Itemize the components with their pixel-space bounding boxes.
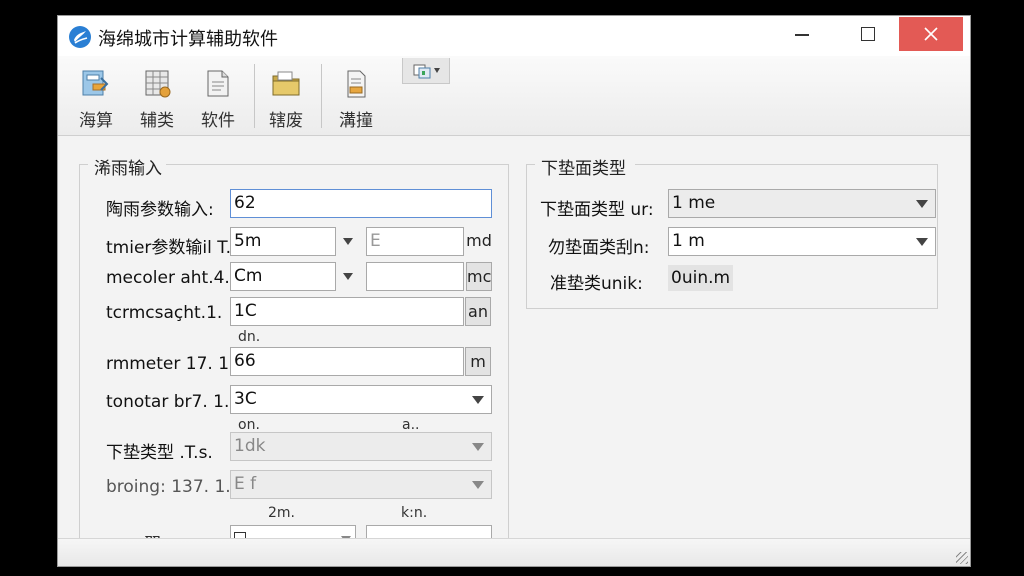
surface-type-select[interactable]: 1dk: [230, 432, 492, 461]
surface-type-select-1[interactable]: 1 me: [668, 189, 936, 218]
group-title: 浠雨输入: [90, 154, 166, 179]
ribbon-label: 海算: [79, 111, 113, 131]
select-value: 3C: [234, 389, 257, 409]
app-window: 海绵城市计算辅助软件 海算 辅类 软件 辖废 溝撞 浠雨输入 陶雨参数输入: 6…: [57, 15, 971, 567]
field-label: 勿垫面类刮n:: [548, 238, 650, 258]
ribbon-button-calculate[interactable]: 海算: [70, 68, 122, 132]
dropdown-arrow[interactable]: [465, 433, 491, 460]
group-title: 下垫面类型: [537, 154, 630, 179]
window-title: 海绵城市计算辅助软件: [98, 29, 278, 50]
chevron-down-icon[interactable]: [343, 238, 353, 245]
field-label: broing: 137. 1.: [106, 477, 231, 497]
boring-select[interactable]: E f: [230, 470, 492, 499]
select-value: 1 m: [672, 231, 705, 251]
ribbon-separator: [254, 64, 255, 128]
field-label: 准垫类unik:: [550, 274, 643, 294]
dropdown-arrow[interactable]: [465, 471, 491, 498]
calculator-icon: [82, 70, 109, 96]
chevron-down-icon: [916, 237, 928, 246]
data-table-icon: [145, 70, 171, 98]
hint-text: on.: [238, 417, 260, 433]
ribbon-label: 辖废: [269, 111, 303, 131]
field-label: mecoler aht.4.: [106, 268, 230, 288]
unit-label: m: [465, 347, 491, 376]
close-icon: [924, 27, 938, 41]
duration-input[interactable]: 5m: [230, 227, 336, 256]
chevron-down-icon: [472, 442, 484, 451]
group-border: [527, 164, 535, 165]
total-select[interactable]: 3C: [230, 385, 492, 414]
chevron-down-icon: [916, 199, 928, 208]
select-value: 1dk: [234, 436, 266, 456]
hint-text: 2m.: [268, 505, 295, 521]
app-logo-icon: [69, 26, 91, 48]
surface-unit-value: 0uin.m: [668, 265, 734, 291]
maximize-icon: [861, 27, 875, 41]
ribbon-button-aux[interactable]: 辅类: [131, 68, 183, 132]
group-border: [166, 164, 508, 165]
title-bar[interactable]: 海绵城市计算辅助软件: [58, 16, 970, 56]
group-border: [635, 164, 937, 165]
report-icon: [347, 70, 366, 98]
duration-extra-input[interactable]: E: [366, 227, 464, 256]
ribbon-toolbar: 海算 辅类 软件 辖废 溝撞: [58, 56, 970, 136]
ribbon-label: 辅类: [140, 111, 174, 131]
ribbon-label: 溝撞: [339, 111, 373, 131]
select-value: E f: [234, 474, 257, 494]
quick-access-dropdown[interactable]: [402, 58, 450, 84]
ribbon-button-software[interactable]: 软件: [192, 68, 244, 132]
constant-input[interactable]: 1C: [230, 297, 464, 326]
field-label: 陶雨参数输入:: [106, 200, 214, 220]
coefficient-extra-input[interactable]: [366, 262, 464, 291]
rain-param-input[interactable]: 62: [230, 189, 492, 218]
field-label: rmmeter 17. 1.: [106, 354, 235, 374]
dropdown-arrow[interactable]: [465, 386, 491, 413]
ribbon-button-folder[interactable]: 辖废: [260, 68, 312, 132]
field-label: 下垫面类型 ur:: [540, 200, 654, 220]
hint-text: a..: [402, 417, 420, 433]
unit-label: an: [465, 297, 491, 326]
ribbon-separator: [321, 64, 322, 128]
chevron-down-icon[interactable]: [343, 273, 353, 280]
window-tab-icon: [413, 64, 430, 78]
maximize-button[interactable]: [836, 17, 900, 51]
main-content: 浠雨输入 陶雨参数输入: 62 tmier参数输il T. 5m E md me…: [58, 137, 970, 566]
unit-label: mc: [466, 262, 492, 291]
chevron-down-icon: [472, 480, 484, 489]
select-value: 1 me: [672, 193, 716, 213]
minimize-button[interactable]: [770, 17, 834, 51]
field-label: 下垫类型 .T.s.: [106, 443, 213, 463]
close-button[interactable]: [899, 17, 963, 51]
hint-text: dn.: [238, 329, 261, 345]
group-border: [80, 164, 88, 165]
ribbon-button-report[interactable]: 溝撞: [330, 68, 382, 132]
minimize-icon: [795, 34, 809, 36]
folder-icon: [272, 71, 300, 96]
field-label: tmier参数输il T.: [106, 238, 232, 258]
field-label: tonotar br7. 1.: [106, 392, 230, 412]
ribbon-label: 软件: [201, 111, 235, 131]
field-label: tcrmcsaçht.1.: [106, 303, 223, 323]
chevron-down-icon: [433, 68, 440, 73]
resize-grip-icon[interactable]: [956, 552, 968, 564]
chevron-down-icon: [472, 395, 484, 404]
dropdown-arrow[interactable]: [909, 228, 935, 255]
meter-input[interactable]: 66: [230, 347, 464, 376]
surface-type-select-2[interactable]: 1 m: [668, 227, 936, 256]
hint-text: k:n.: [401, 505, 428, 521]
document-icon: [207, 70, 229, 97]
coefficient-input[interactable]: Cm: [230, 262, 336, 291]
unit-label: md: [466, 227, 492, 256]
dropdown-arrow[interactable]: [909, 190, 935, 217]
status-bar: [58, 538, 970, 566]
